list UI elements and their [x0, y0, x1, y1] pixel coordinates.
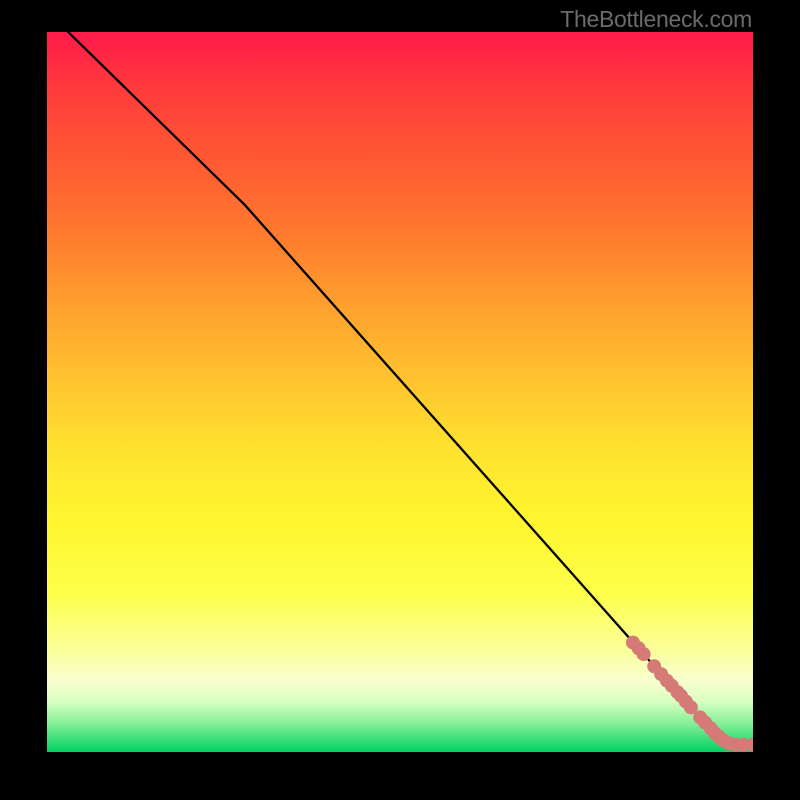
curve-line	[68, 32, 753, 745]
plot-area	[47, 32, 753, 752]
line-series	[68, 32, 753, 745]
attribution-label: TheBottleneck.com	[560, 6, 752, 33]
data-point	[637, 647, 651, 661]
plot-svg	[47, 32, 753, 752]
chart-frame: TheBottleneck.com	[0, 0, 800, 800]
marker-series	[626, 636, 753, 752]
